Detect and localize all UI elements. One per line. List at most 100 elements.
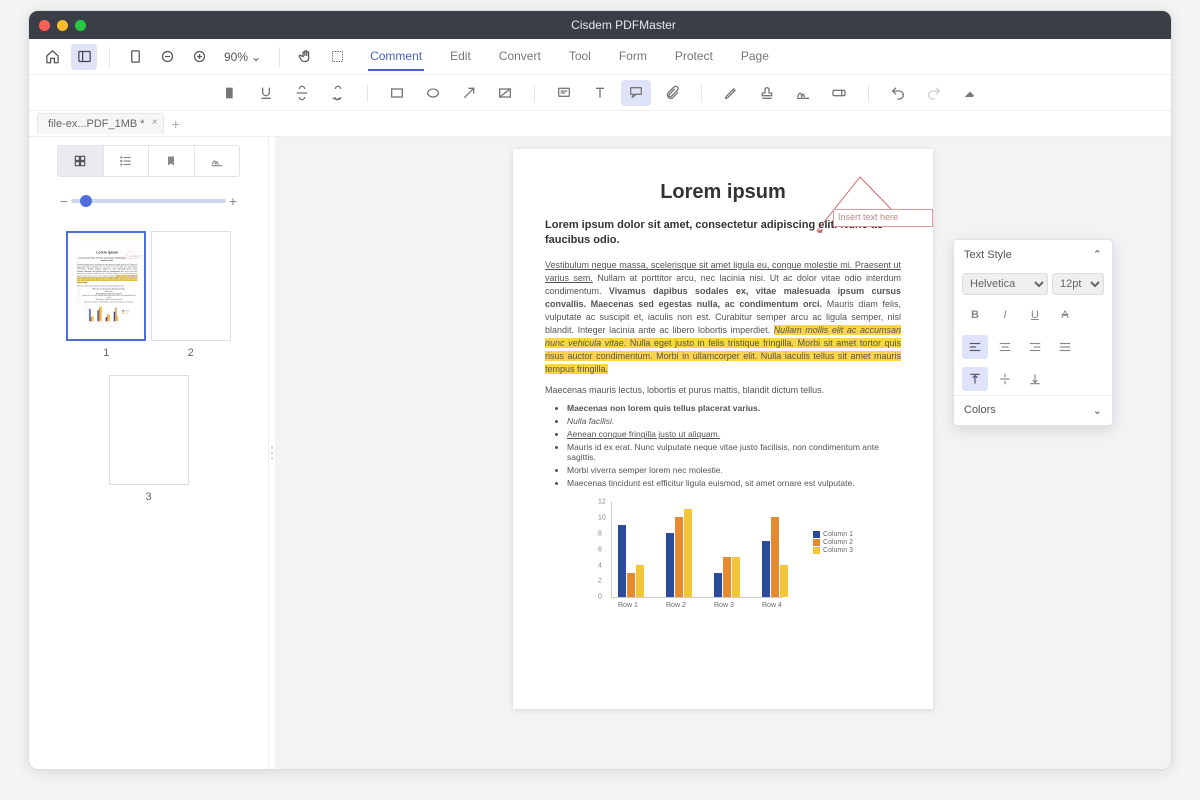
tab-form[interactable]: Form (617, 43, 649, 71)
arrow-tool-button[interactable] (454, 80, 484, 106)
slider-track[interactable] (71, 199, 226, 203)
select-tool-button[interactable] (324, 44, 350, 70)
fit-page-button[interactable] (122, 44, 148, 70)
align-center-button[interactable] (992, 335, 1018, 359)
text-tool-button[interactable] (585, 80, 615, 106)
sidebar: − + Lorem ipsum Insert text here Text St… (29, 137, 269, 769)
pdf-page: Lorem ipsum Insert text here Text Style … (72, 245, 143, 340)
strikethrough-button[interactable]: A (1052, 303, 1078, 327)
tab-convert[interactable]: Convert (497, 43, 543, 71)
highlight-tool-button[interactable] (215, 80, 245, 106)
font-family-select[interactable]: Helvetica (962, 273, 1048, 295)
colors-section-label: Colors (964, 404, 996, 417)
line-tool-button[interactable] (490, 80, 520, 106)
minimize-window-button[interactable] (57, 20, 68, 31)
close-window-button[interactable] (39, 20, 50, 31)
slider-thumb[interactable] (80, 195, 92, 207)
doc-paragraph-2: Maecenas mauris lectus, lobortis et puru… (77, 285, 138, 287)
thumbnail-page-1[interactable]: Lorem ipsum Insert text here Text Style … (66, 231, 146, 359)
thumbnail-page-3[interactable]: 3 (109, 375, 189, 503)
strikethrough-tool-button[interactable] (287, 80, 317, 106)
tab-comment[interactable]: Comment (368, 43, 424, 71)
squiggly-tool-button[interactable] (323, 80, 353, 106)
add-tab-button[interactable]: + (172, 116, 180, 132)
window-controls (39, 20, 86, 31)
thumbnail-size-slider[interactable]: − + (29, 185, 268, 217)
align-left-button[interactable] (962, 335, 988, 359)
align-justify-button[interactable] (1052, 335, 1078, 359)
attach-tool-button[interactable] (657, 80, 687, 106)
valign-top-button[interactable] (962, 367, 988, 391)
callout-textbox[interactable]: Insert text here (833, 209, 933, 227)
list-item: Morbi viverra semper lorem nec molestie. (567, 465, 901, 475)
bold-button[interactable]: B (962, 303, 988, 327)
page-thumbnails: Lorem ipsum Insert text here Text Style … (29, 217, 268, 769)
sidebar-toggle-button[interactable] (71, 44, 97, 70)
callout-tool-button[interactable] (621, 80, 651, 106)
thumbnails-panel-button[interactable] (58, 146, 103, 176)
underline-button[interactable]: U (1022, 303, 1048, 327)
eraser-tool-button[interactable] (955, 80, 985, 106)
close-tab-button[interactable]: × (152, 117, 158, 128)
titlebar: Cisdem PDFMaster (29, 11, 1171, 39)
list-item: Nulla facilisi. (567, 416, 901, 426)
list-item: Maecenas non lorem quis tellus placerat … (567, 403, 901, 413)
fullscreen-window-button[interactable] (75, 20, 86, 31)
thumbnail-page-2[interactable]: 2 (151, 231, 231, 359)
italic-button[interactable]: I (992, 303, 1018, 327)
doc-bullet-list: Maecenas non lorem quis tellus placerat … (567, 403, 901, 488)
stamp-tool-button[interactable] (752, 80, 782, 106)
list-item: Maecenas non lorem quis tellus placerat … (81, 288, 138, 290)
workspace: − + Lorem ipsum Insert text here Text St… (29, 137, 1171, 769)
outline-panel-button[interactable] (103, 146, 149, 176)
font-size-select[interactable]: 12pt (1052, 273, 1104, 295)
link-tool-button[interactable] (824, 80, 854, 106)
tab-tool[interactable]: Tool (567, 43, 593, 71)
align-right-button[interactable] (1022, 335, 1048, 359)
app-window: Cisdem PDFMaster 90%⌄ Comment Edit Conve… (28, 10, 1172, 770)
bar-chart: 024681012Row 1Row 2Row 3Row 4 Column 1Co… (85, 305, 129, 324)
list-item: Morbi viverra semper lorem nec molestie. (81, 299, 138, 301)
expand-colors-icon[interactable]: ⌄ (1093, 404, 1102, 417)
chevron-down-icon: ⌄ (251, 50, 261, 64)
doc-paragraph-2: Maecenas mauris lectus, lobortis et puru… (545, 384, 901, 397)
note-tool-button[interactable] (549, 80, 579, 106)
document-tab-label: file-ex...PDF_1MB * (48, 118, 145, 130)
zoom-in-button[interactable] (186, 44, 212, 70)
list-item: Mauris id ex erat. Nunc vulputate neque … (81, 295, 138, 298)
oval-tool-button[interactable] (418, 80, 448, 106)
callout-arrow[interactable] (123, 249, 137, 259)
valign-bottom-button[interactable] (1022, 367, 1048, 391)
doc-subtitle: Lorem ipsum dolor sit amet, consectetur … (77, 257, 138, 262)
comment-toolbar (29, 75, 1171, 111)
thumb-smaller-button[interactable]: − (57, 193, 71, 209)
home-button[interactable] (39, 44, 65, 70)
list-item: Maecenas tincidunt est efficitur ligula … (81, 301, 138, 303)
tab-page[interactable]: Page (739, 43, 771, 71)
mode-tabs: Comment Edit Convert Tool Form Protect P… (368, 43, 771, 71)
thumb-larger-button[interactable]: + (226, 193, 240, 209)
collapse-icon[interactable]: ⌃ (1093, 248, 1102, 261)
zoom-out-button[interactable] (154, 44, 180, 70)
signature-tool-button[interactable] (788, 80, 818, 106)
tab-protect[interactable]: Protect (673, 43, 715, 71)
callout-textbox[interactable]: Insert text here (126, 255, 143, 258)
text-style-panel: Text Style ⌃ Helvetica 12pt B I U A (953, 239, 1113, 426)
page-canvas[interactable]: Lorem ipsum Insert text here Text Style … (275, 137, 1171, 769)
valign-middle-button[interactable] (992, 367, 1018, 391)
rectangle-tool-button[interactable] (382, 80, 412, 106)
undo-button[interactable] (883, 80, 913, 106)
list-item: Nulla facilisi. (81, 290, 138, 292)
pencil-tool-button[interactable] (716, 80, 746, 106)
list-item: Aenean congue fringilla justo ut aliquam… (567, 429, 901, 439)
pdf-page: Lorem ipsum Insert text here Text Style … (513, 149, 933, 709)
annotations-panel-button[interactable] (194, 146, 240, 176)
redo-button[interactable] (919, 80, 949, 106)
underline-tool-button[interactable] (251, 80, 281, 106)
hand-tool-button[interactable] (292, 44, 318, 70)
document-tab[interactable]: file-ex...PDF_1MB * × (37, 113, 164, 134)
chart-legend: Column 1Column 2Column 3 (813, 530, 853, 555)
zoom-dropdown[interactable]: 90%⌄ (218, 50, 267, 64)
bookmarks-panel-button[interactable] (148, 146, 194, 176)
tab-edit[interactable]: Edit (448, 43, 473, 71)
